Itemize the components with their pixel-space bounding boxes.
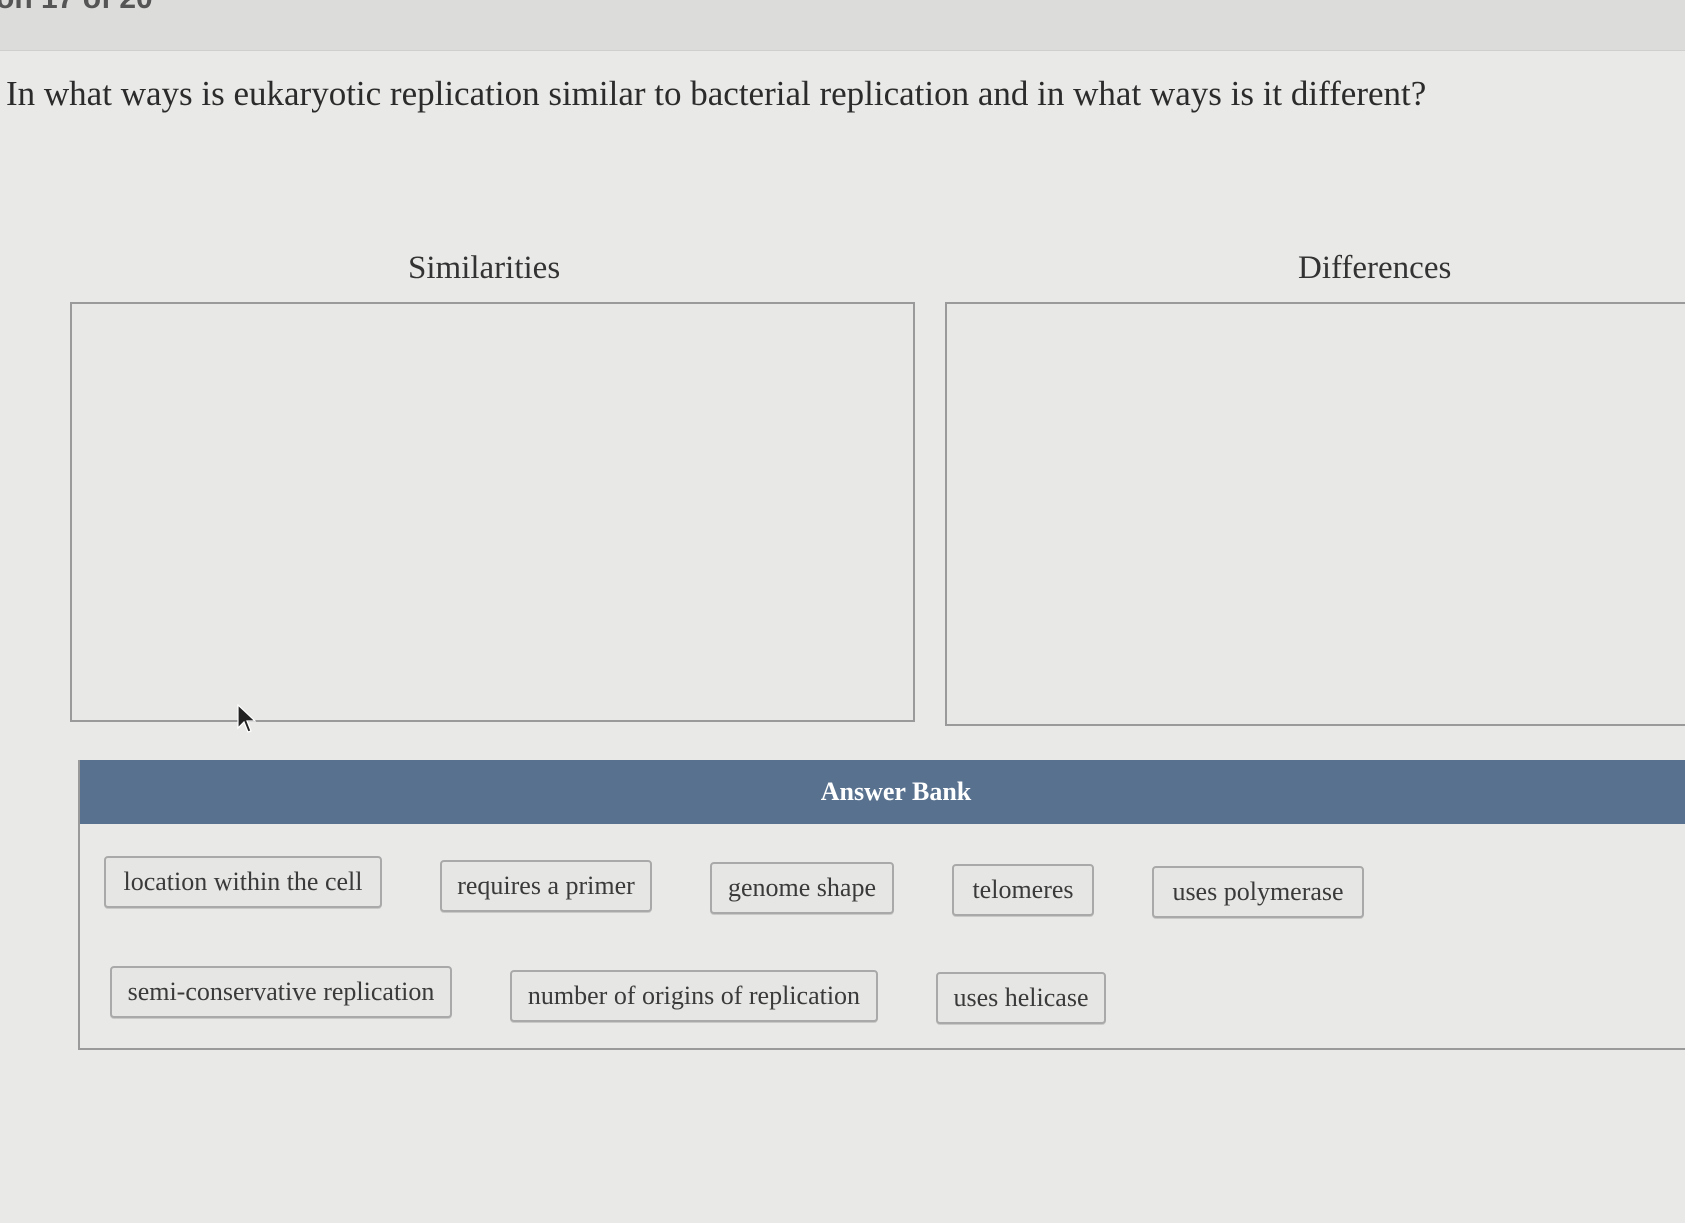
question-counter: on 17 of 20	[0, 0, 153, 16]
answer-chip-telomeres[interactable]: telomeres	[952, 864, 1094, 916]
answer-chip-primer[interactable]: requires a primer	[440, 860, 652, 912]
differences-title: Differences	[1298, 250, 1452, 286]
similarities-title: Similarities	[408, 250, 561, 286]
answer-chip-polymerase[interactable]: uses polymerase	[1152, 866, 1364, 918]
answer-chip-location[interactable]: location within the cell	[104, 856, 382, 908]
answer-bank-title: Answer Bank	[820, 777, 972, 806]
differences-drop-zone[interactable]	[945, 302, 1685, 726]
answer-chip-helicase[interactable]: uses helicase	[936, 972, 1106, 1024]
similarities-drop-zone[interactable]	[70, 302, 915, 722]
answer-chip-semi-conservative[interactable]: semi-conservative replication	[110, 966, 452, 1018]
top-bar: on 17 of 20	[0, 0, 1685, 51]
mouse-pointer-icon	[237, 704, 256, 733]
question-text: In what ways is eukaryotic replication s…	[6, 74, 1427, 113]
answer-chip-genome-shape[interactable]: genome shape	[710, 862, 894, 914]
answer-chip-origins[interactable]: number of origins of replication	[510, 970, 878, 1022]
answer-bank-header: Answer Bank	[80, 760, 1685, 824]
